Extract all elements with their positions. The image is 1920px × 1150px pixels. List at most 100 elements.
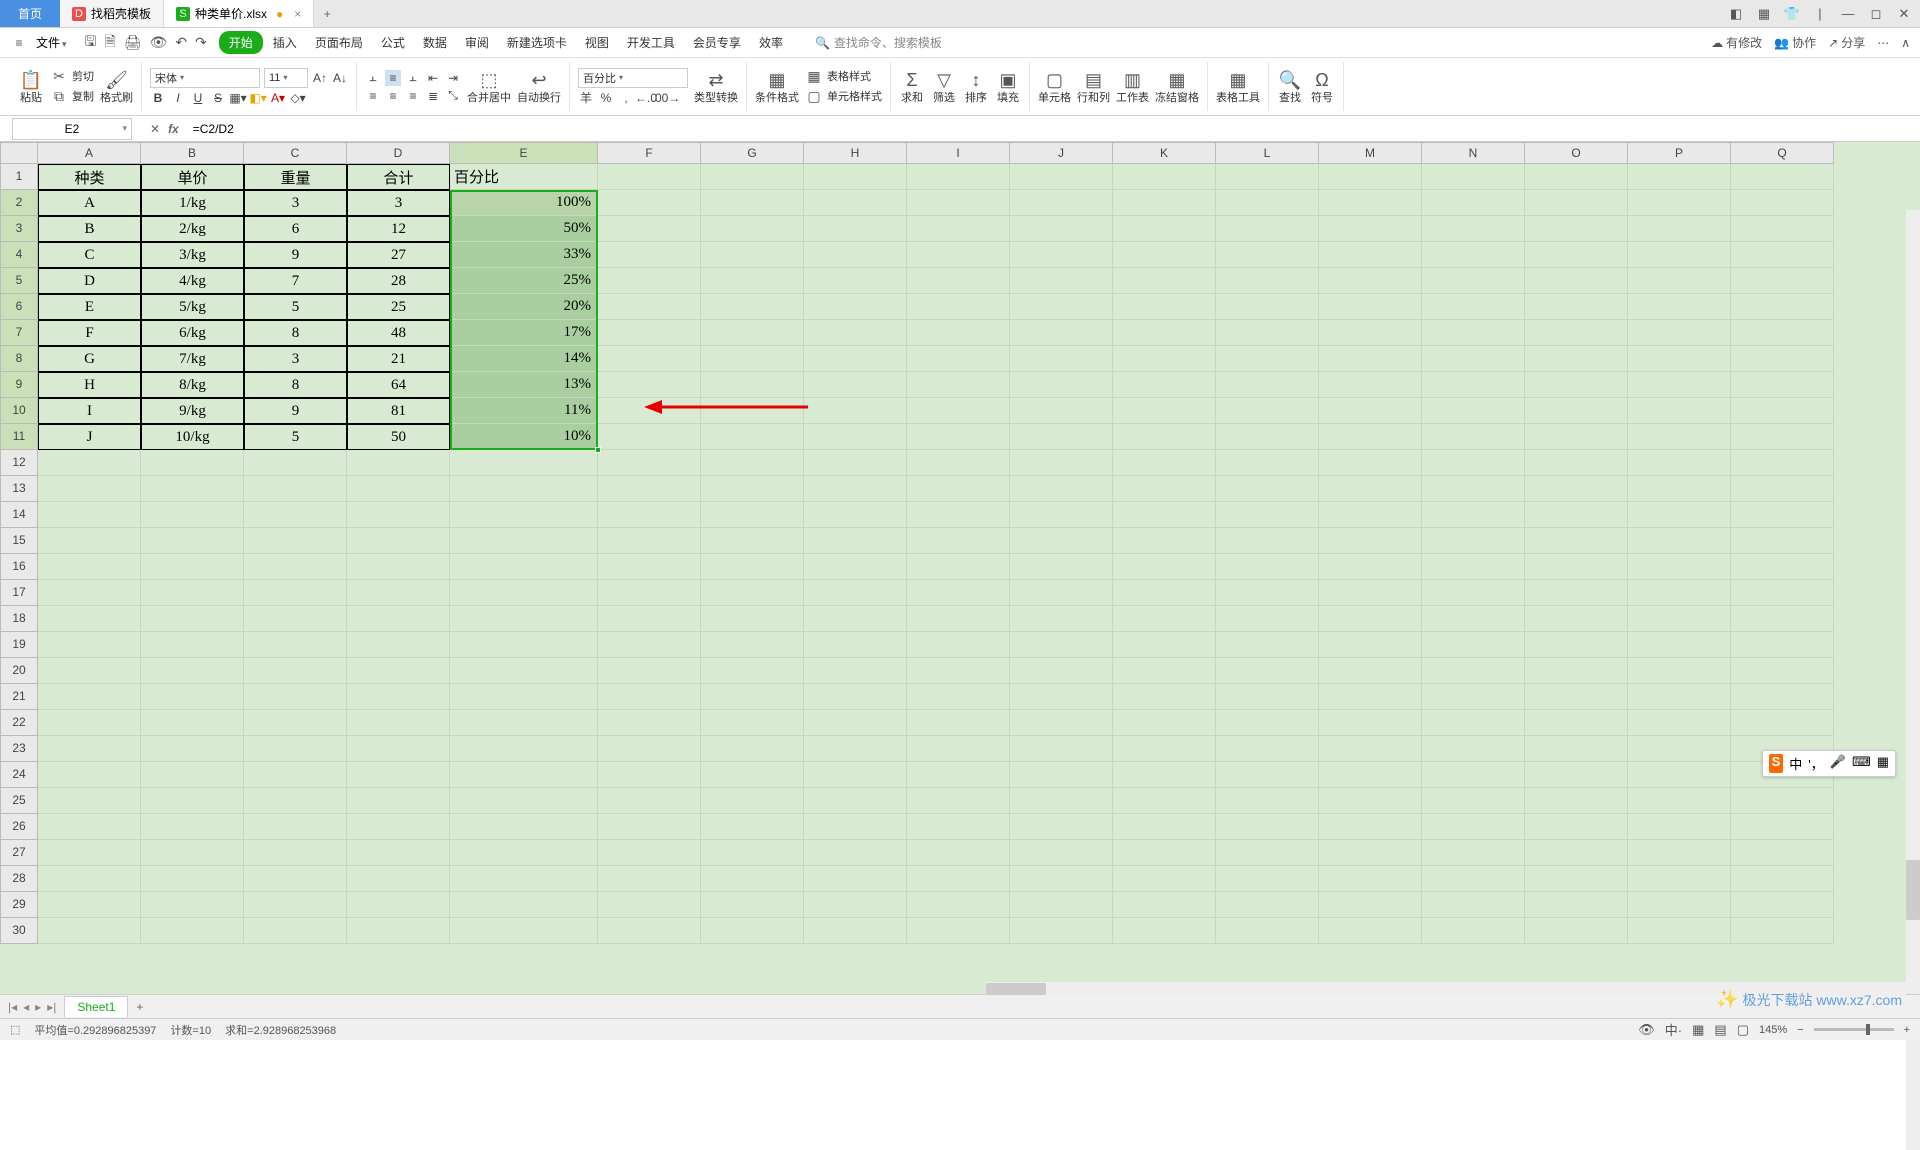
cell-L30[interactable] xyxy=(1216,918,1319,944)
cell-Q3[interactable] xyxy=(1731,216,1834,242)
cell-M23[interactable] xyxy=(1319,736,1422,762)
cell-O12[interactable] xyxy=(1525,450,1628,476)
ime-toolbar[interactable]: S 中 '， 🎤 ⌨ ▦ xyxy=(1762,750,1896,777)
cell-G2[interactable] xyxy=(701,190,804,216)
align-left-button[interactable]: ≡ xyxy=(365,88,381,104)
cell-Q4[interactable] xyxy=(1731,242,1834,268)
cell-H16[interactable] xyxy=(804,554,907,580)
cell-O25[interactable] xyxy=(1525,788,1628,814)
cell-G21[interactable] xyxy=(701,684,804,710)
cell-O13[interactable] xyxy=(1525,476,1628,502)
cell-P20[interactable] xyxy=(1628,658,1731,684)
cell-N9[interactable] xyxy=(1422,372,1525,398)
cell-B15[interactable] xyxy=(141,528,244,554)
cell-H26[interactable] xyxy=(804,814,907,840)
cell-D28[interactable] xyxy=(347,866,450,892)
new-tab-button[interactable]: + xyxy=(314,0,340,27)
cell-K18[interactable] xyxy=(1113,606,1216,632)
cell-Q20[interactable] xyxy=(1731,658,1834,684)
cell-M17[interactable] xyxy=(1319,580,1422,606)
row-header-20[interactable]: 20 xyxy=(0,658,38,684)
cell-G23[interactable] xyxy=(701,736,804,762)
cell-B21[interactable] xyxy=(141,684,244,710)
cell-F25[interactable] xyxy=(598,788,701,814)
cell-N6[interactable] xyxy=(1422,294,1525,320)
cell-A5[interactable]: D xyxy=(38,268,141,294)
cell-N20[interactable] xyxy=(1422,658,1525,684)
cell-M12[interactable] xyxy=(1319,450,1422,476)
cell-O1[interactable] xyxy=(1525,164,1628,190)
cell-I24[interactable] xyxy=(907,762,1010,788)
cell-E19[interactable] xyxy=(450,632,598,658)
cell-style-button[interactable]: ▢单元格样式 xyxy=(805,88,882,106)
cell-L13[interactable] xyxy=(1216,476,1319,502)
cell-H5[interactable] xyxy=(804,268,907,294)
cell-I29[interactable] xyxy=(907,892,1010,918)
tab-document[interactable]: S 种类单价.xlsx ● × xyxy=(164,0,314,27)
tab-templates[interactable]: D 找稻壳模板 xyxy=(60,0,164,27)
cell-G30[interactable] xyxy=(701,918,804,944)
row-header-27[interactable]: 27 xyxy=(0,840,38,866)
cell-J19[interactable] xyxy=(1010,632,1113,658)
align-justify-button[interactable]: ≣ xyxy=(425,88,441,104)
cell-Q21[interactable] xyxy=(1731,684,1834,710)
cell-D14[interactable] xyxy=(347,502,450,528)
cell-C8[interactable]: 3 xyxy=(244,346,347,372)
row-header-2[interactable]: 2 xyxy=(0,190,38,216)
row-header-19[interactable]: 19 xyxy=(0,632,38,658)
cell-N25[interactable] xyxy=(1422,788,1525,814)
cell-O21[interactable] xyxy=(1525,684,1628,710)
cell-B24[interactable] xyxy=(141,762,244,788)
cell-A10[interactable]: I xyxy=(38,398,141,424)
cell-N27[interactable] xyxy=(1422,840,1525,866)
cell-M26[interactable] xyxy=(1319,814,1422,840)
zoom-value[interactable]: 145% xyxy=(1759,1024,1787,1036)
cell-E17[interactable] xyxy=(450,580,598,606)
fx-icon[interactable]: fx xyxy=(168,122,179,136)
cell-J1[interactable] xyxy=(1010,164,1113,190)
cell-H13[interactable] xyxy=(804,476,907,502)
cell-M18[interactable] xyxy=(1319,606,1422,632)
cell-N26[interactable] xyxy=(1422,814,1525,840)
row-header-23[interactable]: 23 xyxy=(0,736,38,762)
cell-N24[interactable] xyxy=(1422,762,1525,788)
row-header-30[interactable]: 30 xyxy=(0,918,38,944)
cell-M10[interactable] xyxy=(1319,398,1422,424)
cell-E8[interactable]: 14% xyxy=(450,346,598,372)
cell-G3[interactable] xyxy=(701,216,804,242)
cell-B3[interactable]: 2/kg xyxy=(141,216,244,242)
cell-D17[interactable] xyxy=(347,580,450,606)
cell-H14[interactable] xyxy=(804,502,907,528)
ribbon-tab-vip[interactable]: 会员专享 xyxy=(685,31,749,54)
cell-O9[interactable] xyxy=(1525,372,1628,398)
cell-D12[interactable] xyxy=(347,450,450,476)
cell-Q29[interactable] xyxy=(1731,892,1834,918)
cell-C29[interactable] xyxy=(244,892,347,918)
cell-P27[interactable] xyxy=(1628,840,1731,866)
clear-format-button[interactable]: ◇▾ xyxy=(290,90,306,106)
cell-M11[interactable] xyxy=(1319,424,1422,450)
cell-G8[interactable] xyxy=(701,346,804,372)
col-header-B[interactable]: B xyxy=(141,142,244,164)
cell-J28[interactable] xyxy=(1010,866,1113,892)
cell-L12[interactable] xyxy=(1216,450,1319,476)
header-种类[interactable]: 种类 xyxy=(38,164,141,190)
cell-D13[interactable] xyxy=(347,476,450,502)
cell-L16[interactable] xyxy=(1216,554,1319,580)
close-icon[interactable]: × xyxy=(294,7,301,21)
cell-P7[interactable] xyxy=(1628,320,1731,346)
cell-L5[interactable] xyxy=(1216,268,1319,294)
cell-I4[interactable] xyxy=(907,242,1010,268)
row-header-10[interactable]: 10 xyxy=(0,398,38,424)
strike-button[interactable]: S xyxy=(210,90,226,106)
cell-N21[interactable] xyxy=(1422,684,1525,710)
cell-P9[interactable] xyxy=(1628,372,1731,398)
cell-O28[interactable] xyxy=(1525,866,1628,892)
cell-P29[interactable] xyxy=(1628,892,1731,918)
cell-Q30[interactable] xyxy=(1731,918,1834,944)
cell-P2[interactable] xyxy=(1628,190,1731,216)
row-header-6[interactable]: 6 xyxy=(0,294,38,320)
cell-O2[interactable] xyxy=(1525,190,1628,216)
sheet-nav-first[interactable]: |◂ xyxy=(8,1000,17,1014)
orientation-button[interactable]: ⤡ xyxy=(445,88,461,104)
